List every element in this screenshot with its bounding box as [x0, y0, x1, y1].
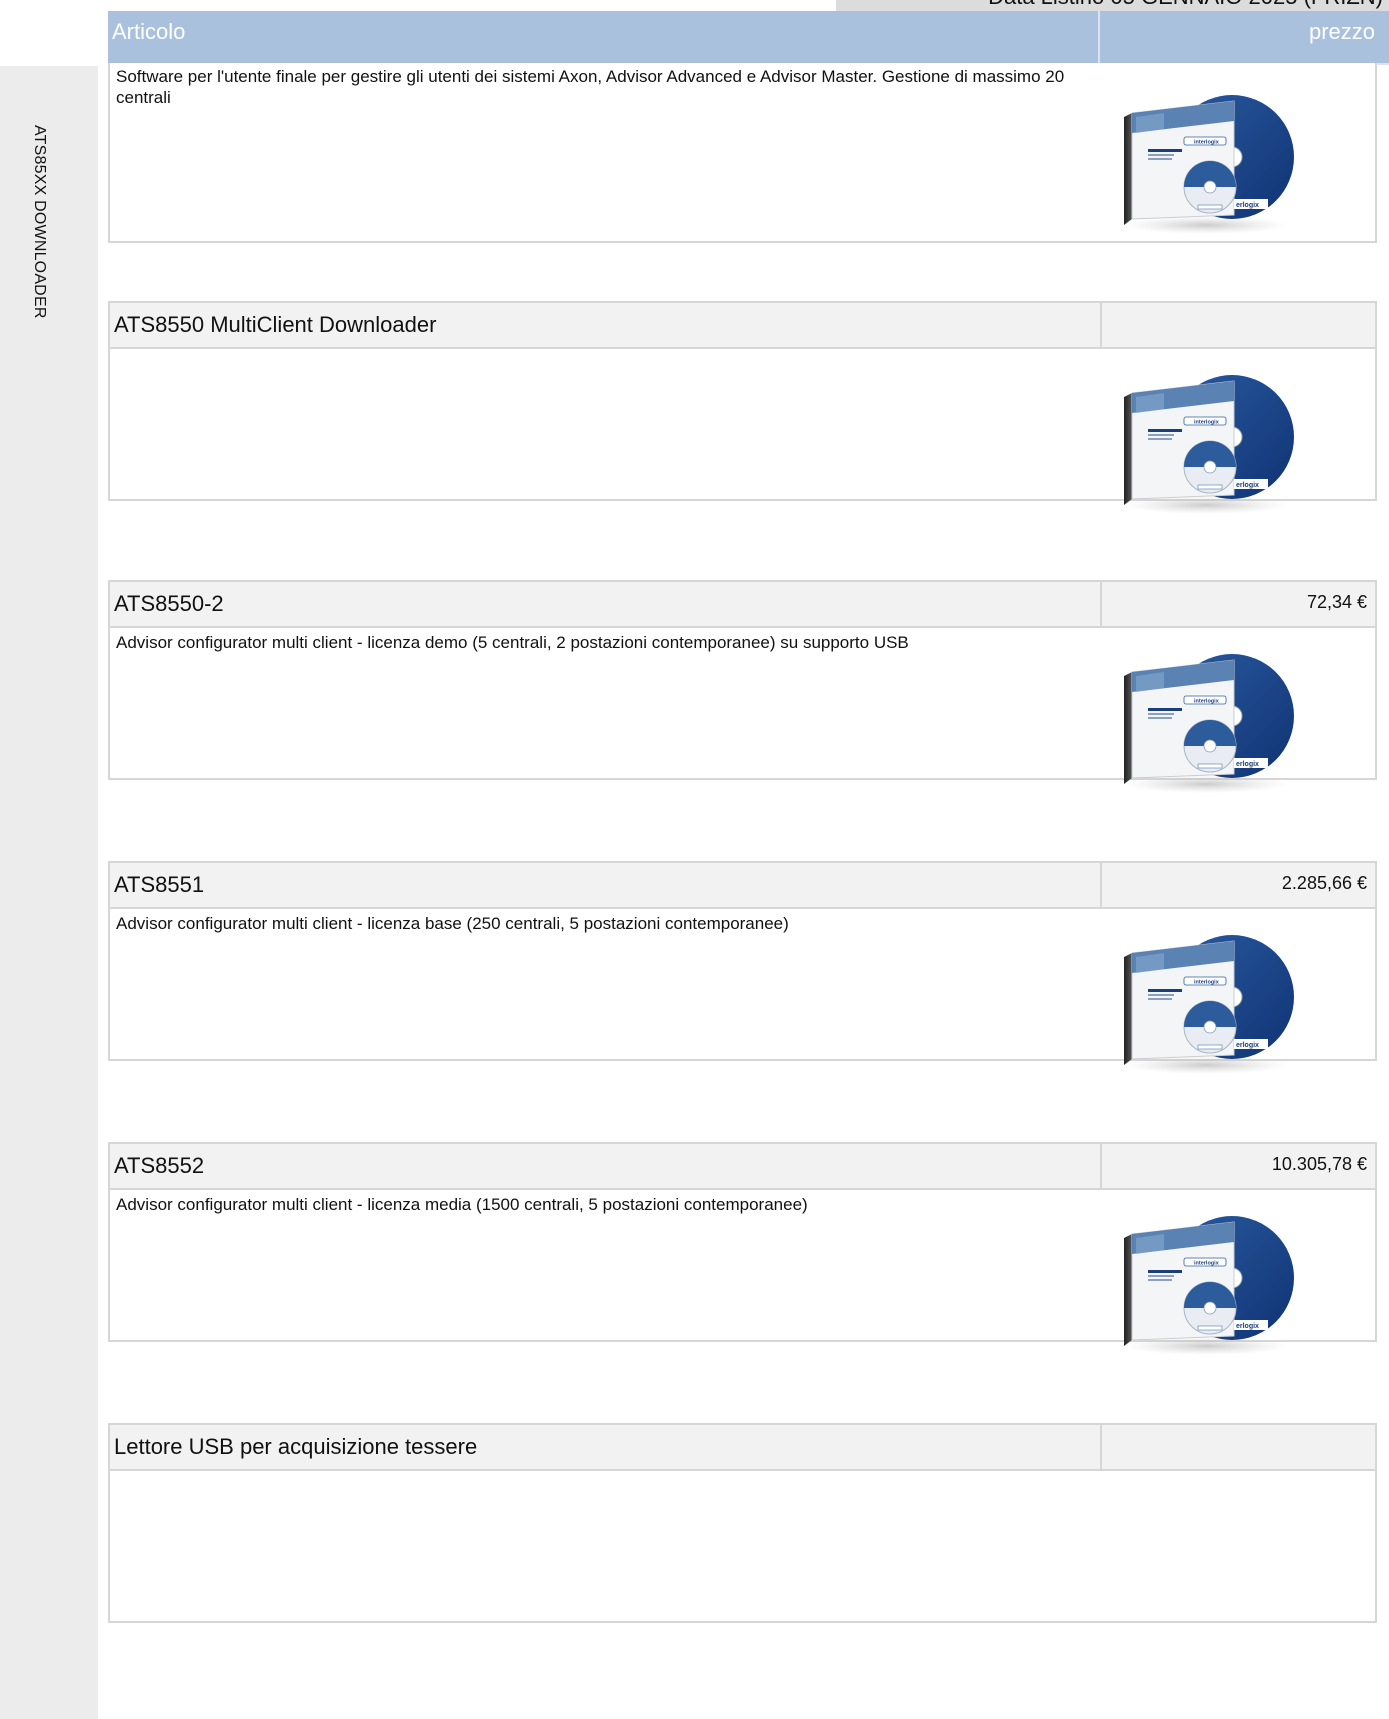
product-code-cell: Lettore USB per acquisizione tessere — [108, 1425, 1102, 1469]
product-card: ATS8550 MultiClient Downloader — [108, 301, 1377, 515]
product-card: ATS8550-2 72,34 € Advisor configurator m… — [108, 580, 1377, 794]
software-cd-case-image — [1123, 374, 1295, 515]
product-header-row: ATS8550-2 72,34 € — [108, 580, 1375, 628]
product-description: Advisor configurator multi client - lice… — [116, 633, 909, 652]
header-price-cell: prezzo — [1100, 11, 1389, 63]
category-side-strip — [0, 66, 98, 1719]
product-code: ATS8551 — [114, 872, 205, 897]
header-price-label: prezzo — [1308, 19, 1375, 44]
product-header-row: Lettore USB per acquisizione tessere — [108, 1423, 1375, 1471]
product-price: 72,34 € — [1306, 592, 1367, 612]
price-list-date: Data Listino 05 GENNAIO 2025 (FRIZN) — [988, 0, 1383, 10]
product-header-row: ATS8550 MultiClient Downloader — [108, 301, 1375, 349]
product-code-cell: ATS8550-2 — [108, 582, 1102, 626]
software-cd-case-image — [1123, 1215, 1295, 1356]
software-cd-case-image — [1123, 94, 1295, 235]
product-description: Software per l'utente finale per gestire… — [116, 67, 1065, 107]
product-code: ATS8550 MultiClient Downloader — [114, 312, 437, 337]
software-cd-case-image — [1123, 934, 1295, 1075]
product-price: 10.305,78 € — [1271, 1154, 1367, 1174]
product-description: Advisor configurator multi client - lice… — [116, 1195, 808, 1214]
product-code: ATS8550-2 — [114, 591, 224, 616]
product-header-row: ATS8552 10.305,78 € — [108, 1142, 1375, 1190]
header-article-label: Articolo — [112, 19, 186, 44]
category-label-text: ATS85XX DOWNLOADER — [31, 125, 48, 319]
product-code: Lettore USB per acquisizione tessere — [114, 1434, 478, 1459]
product-card: ATS8551 2.285,66 € Advisor configurator … — [108, 861, 1377, 1075]
corner-blank — [0, 0, 108, 66]
product-code-cell: ATS8550 MultiClient Downloader — [108, 303, 1102, 347]
product-code: ATS8552 — [114, 1153, 205, 1178]
table-header: Articolo prezzo — [108, 11, 1389, 65]
product-card: ATS8552 10.305,78 € Advisor configurator… — [108, 1142, 1377, 1356]
product-code-cell: ATS8551 — [108, 863, 1102, 907]
product-card: Lettore USB per acquisizione tessere — [108, 1423, 1377, 1623]
product-description: Advisor configurator multi client - lice… — [116, 914, 789, 933]
product-header-row: ATS8551 2.285,66 € — [108, 861, 1375, 909]
software-cd-case-image — [1123, 653, 1295, 794]
product-card: Software per l'utente finale per gestire… — [108, 63, 1377, 243]
header-article-cell: Articolo — [108, 11, 1100, 63]
product-price: 2.285,66 € — [1281, 873, 1367, 893]
product-code-cell: ATS8552 — [108, 1144, 1102, 1188]
